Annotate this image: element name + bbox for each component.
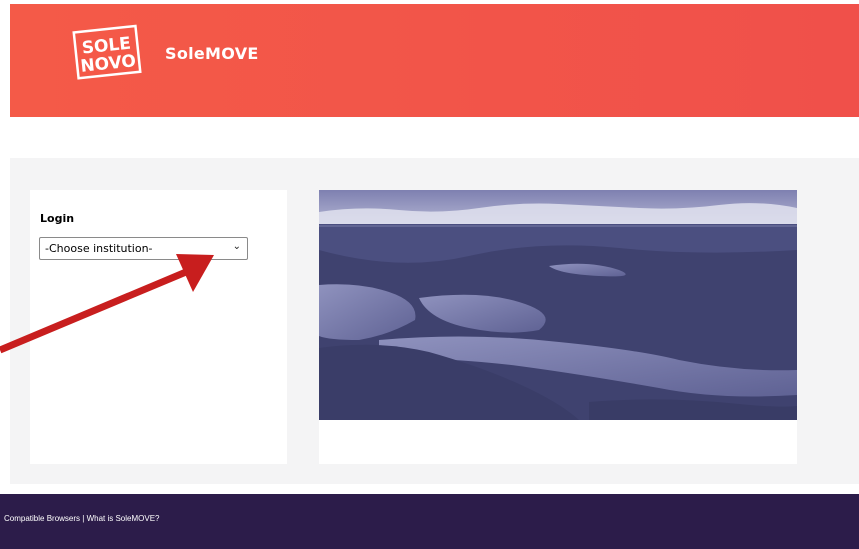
chevron-down-icon: ⌄ xyxy=(232,241,241,252)
header: SOLE NOVO SoleMOVE xyxy=(10,4,859,117)
solenovo-logo[interactable]: SOLE NOVO xyxy=(68,24,152,80)
compatible-browsers-link[interactable]: Compatible Browsers xyxy=(4,514,80,523)
footer: Compatible Browsers | What is SoleMOVE? xyxy=(0,494,859,549)
login-heading: Login xyxy=(40,212,75,225)
landscape-image xyxy=(319,190,797,420)
image-card xyxy=(319,190,797,464)
footer-links: Compatible Browsers | What is SoleMOVE? xyxy=(4,514,159,523)
page: SOLE NOVO SoleMOVE Login -Choose institu… xyxy=(0,0,859,549)
what-is-solemove-link[interactable]: What is SoleMOVE? xyxy=(87,514,160,523)
institution-select-value: -Choose institution- xyxy=(45,242,153,255)
institution-select[interactable]: -Choose institution- ⌄ xyxy=(39,237,248,260)
app-title: SoleMOVE xyxy=(165,44,259,63)
login-card: Login -Choose institution- ⌄ xyxy=(30,190,287,464)
